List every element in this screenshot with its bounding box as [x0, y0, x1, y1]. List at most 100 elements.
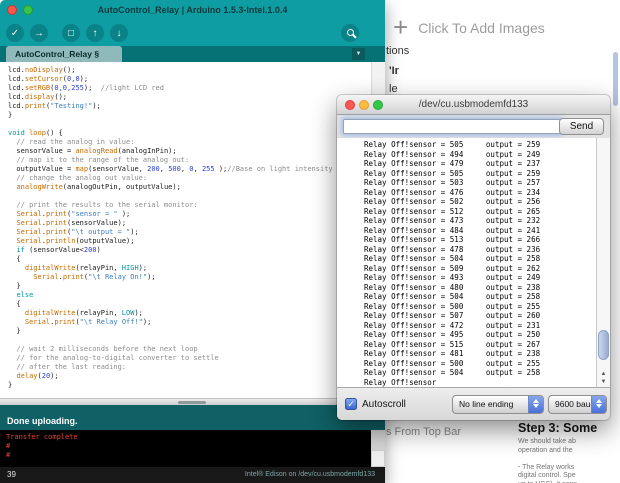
serial-scrollbar[interactable]: ▲ ▼	[596, 138, 610, 387]
step-heading: Step 3: Some	[518, 421, 598, 435]
clipped-text-fragment: 'Ir	[389, 65, 399, 77]
code-line: // after the last reading:	[8, 363, 127, 371]
line-number: 39	[7, 470, 16, 479]
serial-line: Relay Off!sensor = 505 output = 259	[364, 140, 541, 149]
send-button[interactable]: Send	[559, 118, 604, 135]
new-sketch-button[interactable]: □	[62, 24, 80, 42]
upload-button[interactable]: →	[30, 24, 48, 42]
close-button[interactable]	[7, 5, 17, 15]
console-line: #	[6, 451, 11, 459]
code-line: void loop() {	[8, 129, 63, 137]
status-message: Done uploading.	[7, 416, 78, 426]
board-port-label: Intel® Edison on /dev/cu.usbmodemfd133	[244, 471, 375, 478]
serial-line: Relay Off!sensor = 481 output = 238	[364, 349, 541, 358]
step-text-line: operation and the	[518, 446, 573, 454]
step-text-line	[518, 455, 577, 464]
zoom-button[interactable]	[23, 5, 33, 15]
autoscroll-checkbox[interactable]: ✓	[345, 398, 357, 410]
scroll-down-arrow[interactable]: ▼	[597, 378, 610, 386]
divider-grip	[178, 401, 206, 404]
serial-line: Relay Off!sensor = 515 output = 267	[364, 339, 541, 349]
serial-line: Relay Off!sensor = 504 output = 258	[364, 254, 541, 263]
console-scroll-track[interactable]	[371, 430, 385, 467]
sketch-tab[interactable]: AutoControl_Relay §	[6, 46, 122, 62]
step-body: We should take ab operation and the - The…	[518, 438, 577, 483]
code-line: }	[8, 111, 13, 119]
serial-line: Relay Off!sensor = 479 output = 237	[364, 159, 541, 168]
minimize-button[interactable]	[359, 100, 369, 110]
console-line: #	[6, 442, 11, 450]
serial-line: Relay Off!sensor = 480 output = 238	[364, 282, 541, 292]
tab-menu-button[interactable]: ▼	[352, 48, 365, 60]
code-line: }	[8, 381, 13, 389]
serial-line: Relay Off!sensor = 493 output = 249	[364, 273, 541, 282]
line-ending-select[interactable]: No line ending	[452, 395, 544, 414]
code-line: lcd.print("Testing!");	[8, 102, 101, 110]
code-editor[interactable]: lcd.noDisplay(); lcd.setCursor(0,0); lcd.s…	[0, 62, 371, 398]
code-line: // read the analog in value:	[8, 138, 135, 146]
code-line: lcd.display();	[8, 93, 68, 101]
code-line: // for the analog-to-digital converter t…	[8, 354, 219, 362]
serial-titlebar[interactable]: /dev/cu.usbmodemfd133	[337, 95, 610, 115]
baud-rate-select[interactable]: 9600 baud	[548, 395, 607, 414]
code-line: outputValue = map(sensorValue, 200, 500,…	[8, 165, 333, 173]
code-line: Serial.print("\t Relay Off!");	[24, 318, 152, 326]
console-scroll-corner	[371, 450, 385, 467]
serial-line: Relay Off!sensor = 476 output = 234	[364, 187, 541, 197]
code-line: {	[8, 255, 21, 263]
window-title: AutoControl_Relay | Arduino 1.5.3-Intel.…	[97, 5, 288, 15]
code-line: Serial.println(outputValue);	[16, 237, 135, 245]
code-line: else	[16, 291, 34, 299]
serial-line: Relay Off!sensor = 504 output = 258	[364, 292, 541, 301]
ide-tabbar: AutoControl_Relay § ▼	[0, 46, 385, 62]
clipped-text-fragment: s From Top Bar	[386, 426, 461, 438]
serial-monitor-window: /dev/cu.usbmodemfd133 Send Relay Off!sen…	[337, 95, 610, 420]
serial-input[interactable]	[343, 119, 561, 134]
arduino-ide-window: AutoControl_Relay | Arduino 1.5.3-Intel.…	[0, 0, 385, 483]
serial-line: Relay Off!sensor = 503 output = 257	[364, 178, 541, 187]
serial-line: Relay Off!sensor = 494 output = 249	[364, 149, 541, 159]
serial-line: Relay Off!sensor = 512 output = 265	[364, 206, 541, 216]
code-line: sensorValue = analogRead(analogInPin);	[8, 147, 177, 155]
scroll-up-arrow[interactable]: ▲	[597, 370, 610, 378]
serial-output: Relay Off!sensor = 505 output = 259 Relay…	[337, 138, 596, 387]
serial-line: Relay Off!sensor = 500 output = 255	[364, 358, 541, 368]
save-button[interactable]: ↓	[110, 24, 128, 42]
code-line: if (sensorValue<200)	[16, 246, 101, 254]
code-line: lcd.setCursor(0,0);	[8, 75, 89, 83]
page-scrollbar[interactable]	[613, 52, 618, 106]
close-button[interactable]	[345, 100, 355, 110]
zoom-button[interactable]	[373, 100, 383, 110]
code-line: digitalWrite(relayPin, HIGH);	[24, 264, 148, 272]
add-images-button[interactable]: + Click To Add Images	[393, 14, 545, 40]
serial-line: Relay Off!sensor = 504 output = 258	[364, 368, 541, 377]
console-output: Transfer complete # #	[0, 430, 371, 467]
code-line: // wait 2 milliseconds before the next l…	[8, 345, 198, 353]
code-line: lcd.setRGB(0,0,255); //light LCD red	[8, 84, 164, 92]
code-line: // print the results to the serial monit…	[8, 201, 198, 209]
code-line: analogWrite(analogOutPin, outputValue);	[16, 183, 181, 191]
scrollbar-arrows: ▲ ▼	[597, 370, 610, 386]
open-button[interactable]: ↑	[86, 24, 104, 42]
serial-line: Relay Off!sensor = 502 output = 256	[364, 197, 541, 206]
code-line: // change the analog out value:	[8, 174, 148, 182]
status-message-bar: Done uploading.	[0, 405, 385, 430]
clipped-text-fragment: le	[389, 83, 398, 95]
serial-line: Relay Off!sensor = 472 output = 231	[364, 320, 541, 330]
console-divider[interactable]	[0, 398, 371, 405]
verify-button[interactable]: ✓	[6, 24, 24, 42]
popup-arrows-icon	[528, 396, 543, 413]
clipped-text-fragment: tions	[386, 45, 410, 57]
serial-line: Relay Off!sensor = 495 output = 250	[364, 330, 541, 339]
code-line: }	[8, 282, 21, 290]
ide-titlebar[interactable]: AutoControl_Relay | Arduino 1.5.3-Intel.…	[0, 0, 385, 20]
serial-line: Relay Off!sensor = 509 output = 262	[364, 263, 541, 273]
screen: + Click To Add Images tions 'Ir le s Fro…	[0, 0, 620, 483]
add-images-label: Click To Add Images	[418, 20, 545, 36]
scrollbar-thumb[interactable]	[598, 330, 609, 360]
serial-line: Relay Off!sensor = 507 output = 260	[364, 311, 541, 320]
serial-monitor-button[interactable]	[341, 24, 359, 42]
magnifier-icon	[346, 28, 354, 36]
